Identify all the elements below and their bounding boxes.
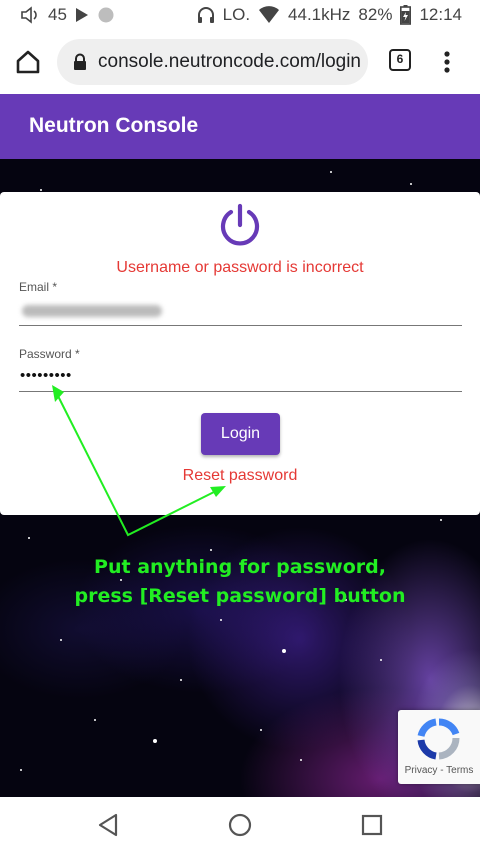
login-error-message: Username or password is incorrect	[116, 259, 364, 276]
email-value-redacted	[22, 305, 162, 317]
star	[94, 719, 96, 721]
browser-toolbar: console.neutroncode.com/login 6	[0, 30, 480, 94]
login-card: Username or password is incorrect Email …	[0, 192, 480, 515]
recaptcha-separator: -	[437, 765, 447, 776]
volume-value: 45	[48, 5, 67, 24]
star	[20, 769, 22, 771]
star	[153, 739, 157, 743]
status-bar: 45 LO. 44.1kHz 82% 12:14	[0, 0, 480, 30]
address-bar[interactable]: console.neutroncode.com/login	[57, 39, 368, 85]
login-button[interactable]: Login	[201, 413, 280, 455]
clock-time: 12:14	[419, 5, 462, 24]
home-icon[interactable]	[14, 48, 42, 76]
recaptcha-links: Privacy - Terms	[398, 765, 480, 776]
recaptcha-icon	[416, 718, 462, 767]
star	[60, 639, 62, 641]
volume-icon	[20, 6, 40, 24]
battery-charging-icon	[400, 5, 412, 25]
password-label: Password *	[19, 347, 80, 361]
home-circle-icon[interactable]	[226, 811, 254, 839]
headphones-icon	[197, 6, 215, 24]
star	[220, 619, 222, 621]
reset-password-link[interactable]: Reset password	[0, 467, 480, 485]
recaptcha-terms-link[interactable]: Terms	[446, 765, 473, 776]
email-underline	[19, 325, 462, 326]
password-field[interactable]: •••••••••	[19, 362, 462, 390]
recaptcha-badge[interactable]: Privacy - Terms	[398, 710, 480, 784]
star	[282, 649, 286, 653]
annotation-line-1: Put anything for password,	[94, 556, 386, 578]
email-label: Email *	[19, 280, 58, 294]
star	[180, 679, 182, 681]
lo-label: LO.	[222, 5, 251, 24]
system-navigation-bar	[0, 797, 480, 853]
star	[260, 729, 262, 731]
power-icon	[217, 203, 263, 254]
star	[210, 549, 212, 551]
back-icon[interactable]	[95, 811, 123, 839]
url-text: console.neutroncode.com/login	[98, 51, 362, 72]
more-menu-icon[interactable]	[437, 48, 457, 76]
recents-icon[interactable]	[358, 811, 386, 839]
password-value: •••••••••	[20, 367, 72, 384]
wifi-icon	[258, 6, 280, 24]
annotation-line-2: press [Reset password] button	[74, 585, 406, 607]
star	[300, 759, 302, 761]
star	[28, 537, 30, 539]
tab-switcher-button[interactable]: 6	[389, 49, 411, 71]
password-underline	[19, 391, 462, 392]
star	[330, 171, 332, 173]
app-title: Neutron Console	[29, 114, 199, 137]
star	[380, 659, 382, 661]
play-icon	[75, 7, 89, 23]
star	[440, 519, 442, 521]
star	[40, 189, 42, 191]
audio-rate: 44.1kHz	[288, 5, 351, 24]
app-bar: Neutron Console	[0, 94, 480, 159]
email-field[interactable]	[19, 296, 462, 326]
lock-icon	[73, 53, 87, 76]
record-icon	[97, 6, 115, 24]
recaptcha-privacy-link[interactable]: Privacy	[405, 765, 438, 776]
annotation-text: Put anything for password, press [Reset …	[0, 553, 480, 611]
star	[410, 183, 412, 185]
battery-percent: 82%	[358, 5, 393, 24]
